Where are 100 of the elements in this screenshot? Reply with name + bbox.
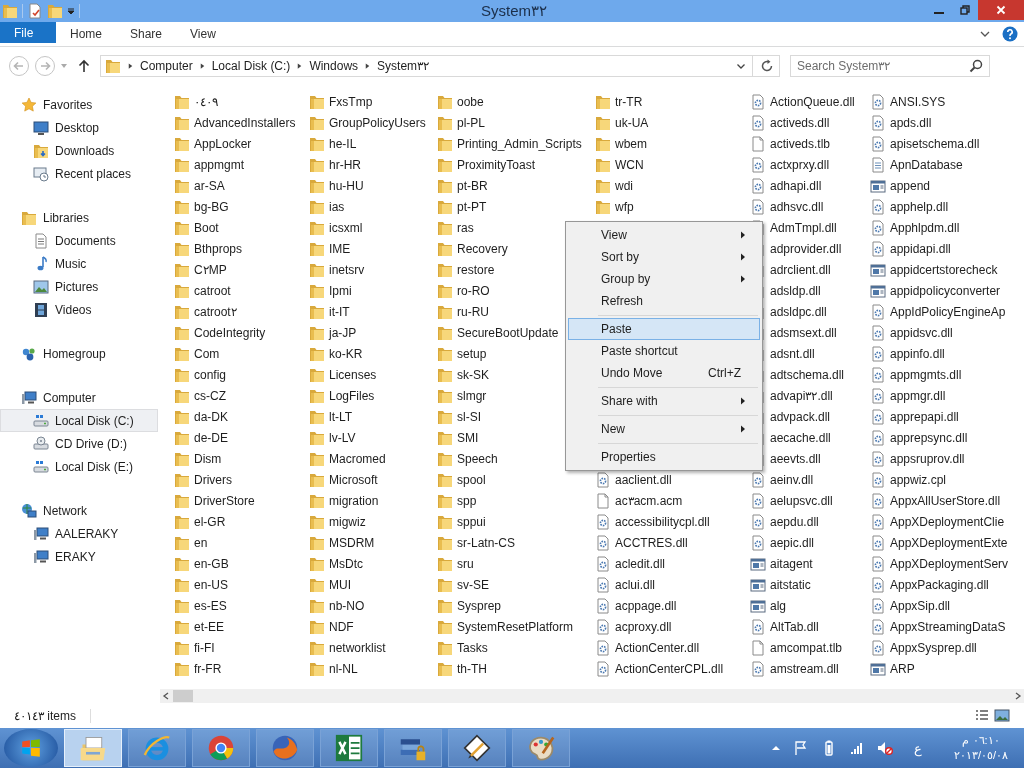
file-item[interactable]: tr-TR xyxy=(595,91,750,112)
file-item[interactable]: fi-FI xyxy=(174,637,309,658)
file-item[interactable]: Com xyxy=(174,343,309,364)
file-item[interactable]: MUI xyxy=(309,574,437,595)
dropdown-icon[interactable] xyxy=(67,7,75,15)
file-item[interactable]: fr-FR xyxy=(174,658,309,679)
file-item[interactable]: pt-BR xyxy=(437,175,595,196)
nav-item[interactable]: Videos xyxy=(0,298,158,321)
flag-icon[interactable] xyxy=(793,740,809,756)
breadcrumb-arrow-icon[interactable] xyxy=(364,62,372,70)
ribbon-tab[interactable]: View xyxy=(176,22,230,46)
file-item[interactable]: aitstatic xyxy=(750,574,870,595)
breadcrumb[interactable]: System٣٢ xyxy=(377,59,430,73)
breadcrumb-arrow-icon[interactable] xyxy=(127,62,134,70)
file-item[interactable]: Apphlpdm.dll xyxy=(870,217,1020,238)
signal-icon[interactable] xyxy=(849,740,865,756)
up-arrow-icon[interactable] xyxy=(76,58,92,74)
file-item[interactable]: nb-NO xyxy=(309,595,437,616)
file-item[interactable]: NDF xyxy=(309,616,437,637)
file-item[interactable]: inetsrv xyxy=(309,259,437,280)
file-item[interactable]: ActionQueue.dll xyxy=(750,91,870,112)
file-item[interactable]: ar-SA xyxy=(174,175,309,196)
file-item[interactable]: CodeIntegrity xyxy=(174,322,309,343)
file-item[interactable]: DriverStore xyxy=(174,490,309,511)
file-item[interactable]: sr-Latn-CS xyxy=(437,532,595,553)
file-item[interactable]: nl-NL xyxy=(309,658,437,679)
file-item[interactable]: AppxStreamingDataS xyxy=(870,616,1020,637)
file-item[interactable]: hu-HU xyxy=(309,175,437,196)
horizontal-scrollbar[interactable] xyxy=(160,689,1024,703)
ribbon-tab[interactable]: Share xyxy=(116,22,177,46)
breadcrumb[interactable]: Windows xyxy=(309,59,359,73)
file-item[interactable]: actxprxy.dll xyxy=(750,154,870,175)
file-item[interactable]: cs-CZ xyxy=(174,385,309,406)
nav-item[interactable]: Downloads xyxy=(0,139,158,162)
file-item[interactable]: AppIdPolicyEngineAp xyxy=(870,301,1020,322)
breadcrumb[interactable]: Computer xyxy=(140,59,193,73)
file-item[interactable]: activeds.tlb xyxy=(750,133,870,154)
file-item[interactable]: apprepapi.dll xyxy=(870,406,1020,427)
file-item[interactable]: AppxAllUserStore.dll xyxy=(870,490,1020,511)
file-item[interactable]: ac٣acm.acm xyxy=(595,490,750,511)
file-item[interactable]: pt-PT xyxy=(437,196,595,217)
ribbon-tab[interactable]: Home xyxy=(56,22,116,46)
file-item[interactable]: icsxml xyxy=(309,217,437,238)
clock-date[interactable]: ٢٠١٣/٠٥/٠٨ xyxy=(953,748,1009,763)
file-item[interactable]: appwiz.cpl xyxy=(870,469,1020,490)
file-item[interactable]: aelupsvc.dll xyxy=(750,490,870,511)
scroll-left-icon[interactable] xyxy=(162,692,170,700)
file-item[interactable]: es-ES xyxy=(174,595,309,616)
file-item[interactable]: migwiz xyxy=(309,511,437,532)
nav-item[interactable]: Computer xyxy=(0,386,158,409)
file-item[interactable]: Printing_Admin_Scripts xyxy=(437,133,595,154)
file-item[interactable]: ActionCenter.dll xyxy=(595,637,750,658)
file-item[interactable]: Drivers xyxy=(174,469,309,490)
file-item[interactable]: en-GB xyxy=(174,553,309,574)
file-item[interactable]: Ipmi xyxy=(309,280,437,301)
menu-item[interactable]: Paste xyxy=(568,318,760,340)
file-item[interactable]: networklist xyxy=(309,637,437,658)
file-item[interactable]: lv-LV xyxy=(309,427,437,448)
file-item[interactable]: ko-KR xyxy=(309,343,437,364)
file-item[interactable]: hr-HR xyxy=(309,154,437,175)
speaker-muted-icon[interactable] xyxy=(877,740,893,756)
nav-item[interactable]: Documents xyxy=(0,229,158,252)
file-item[interactable]: ACCTRES.dll xyxy=(595,532,750,553)
file-item[interactable]: AppXDeploymentExte xyxy=(870,532,1020,553)
taskbar-button[interactable] xyxy=(320,729,378,767)
file-item[interactable]: appidcertstorecheck xyxy=(870,259,1020,280)
breadcrumb[interactable]: Local Disk (C:) xyxy=(211,59,291,73)
file-item[interactable]: appsruprov.dll xyxy=(870,448,1020,469)
file-item[interactable]: Macromed xyxy=(309,448,437,469)
file-item[interactable]: aitagent xyxy=(750,553,870,574)
file-item[interactable]: Dism xyxy=(174,448,309,469)
close-button[interactable] xyxy=(978,0,1024,20)
properties-icon[interactable] xyxy=(27,3,43,19)
breadcrumb-arrow-icon[interactable] xyxy=(296,62,304,70)
file-item[interactable]: aaclient.dll xyxy=(595,469,750,490)
file-item[interactable]: adhapi.dll xyxy=(750,175,870,196)
file-item[interactable]: activeds.dll xyxy=(750,112,870,133)
file-item[interactable]: oobe xyxy=(437,91,595,112)
file-item[interactable]: ARP xyxy=(870,658,1020,679)
file-item[interactable]: lt-LT xyxy=(309,406,437,427)
file-item[interactable]: appmgr.dll xyxy=(870,385,1020,406)
nav-item[interactable]: Libraries xyxy=(0,206,158,229)
file-item[interactable]: migration xyxy=(309,490,437,511)
file-item[interactable]: appmgmt xyxy=(174,154,309,175)
file-item[interactable]: apphelp.dll xyxy=(870,196,1020,217)
file-item[interactable]: Tasks xyxy=(437,637,595,658)
nav-item[interactable]: Desktop xyxy=(0,116,158,139)
file-item[interactable]: aepic.dll xyxy=(750,532,870,553)
file-item[interactable]: append xyxy=(870,175,1020,196)
file-item[interactable]: apprepsync.dll xyxy=(870,427,1020,448)
file-item[interactable]: appidapi.dll xyxy=(870,238,1020,259)
language-indicator[interactable]: ع xyxy=(914,740,922,756)
file-item[interactable]: wbem xyxy=(595,133,750,154)
file-item[interactable]: AppXDeploymentServ xyxy=(870,553,1020,574)
file-item[interactable]: MSDRM xyxy=(309,532,437,553)
search-icon[interactable] xyxy=(968,58,984,74)
file-item[interactable]: sru xyxy=(437,553,595,574)
breadcrumb-arrow-icon[interactable] xyxy=(198,62,206,70)
file-item[interactable]: alg xyxy=(750,595,870,616)
file-item[interactable]: appmgmts.dll xyxy=(870,364,1020,385)
